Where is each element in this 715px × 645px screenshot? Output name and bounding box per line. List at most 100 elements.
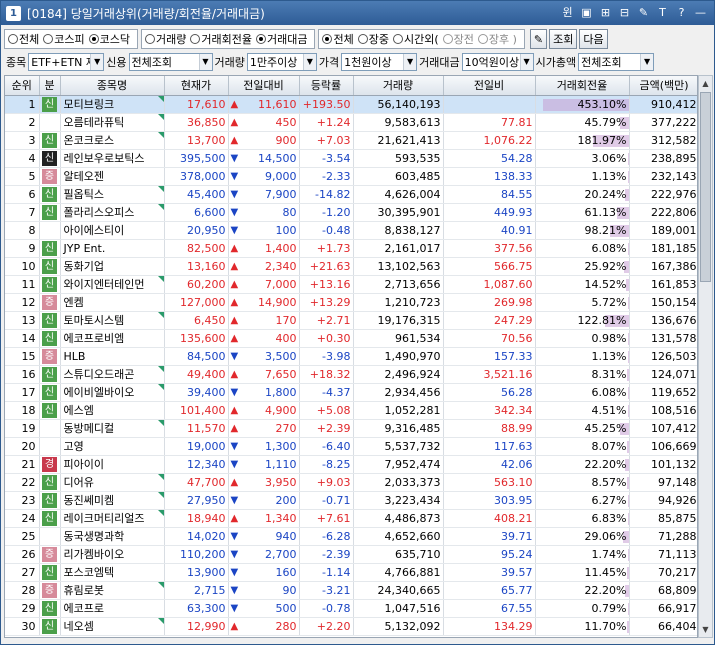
market-radio-2[interactable]: 코스닥: [88, 31, 130, 47]
table-row[interactable]: 11 신 와이지엔터테인먼 60,200 ▲ 7,000 +13.16 2,713,656 1,…: [5, 275, 697, 294]
stock-name-cell[interactable]: 엔켐: [60, 293, 165, 312]
table-row[interactable]: 12 증 엔켐 127,000 ▲ 14,900 +13.29 1,210,723 269.98…: [5, 293, 697, 312]
font-icon[interactable]: T: [655, 5, 670, 20]
pin-button[interactable]: ✎: [529, 29, 548, 49]
stock-name-cell[interactable]: 오름테라퓨틱: [60, 113, 165, 132]
table-row[interactable]: 4 신 레인보우로보틱스 395,500 ▼ 14,500 -3.54 593,535 54.2…: [5, 149, 697, 168]
stock-name-cell[interactable]: 피아이이: [60, 455, 165, 474]
column-header-8[interactable]: 거래회전율: [535, 76, 630, 96]
table-row[interactable]: 16 신 스튜디오드래곤 49,400 ▲ 7,650 +18.32 2,496,924 3,5…: [5, 365, 697, 384]
table-row[interactable]: 5 증 알테오젠 378,000 ▼ 9,000 -2.33 603,485 138.33 1.1…: [5, 167, 697, 186]
table-row[interactable]: 19 동방메디컬 11,570 ▲ 270 +2.39 9,316,485 88.99 45.2…: [5, 419, 697, 438]
table-row[interactable]: 1 신 모티브링크 17,610 ▲ 11,610 +193.50 56,140,193 453…: [5, 95, 697, 114]
stock-name-cell[interactable]: 에이비엘바이오: [60, 383, 165, 402]
stock-name-cell[interactable]: 와이지엔터테인먼: [60, 275, 165, 294]
table-row[interactable]: 10 신 동화기업 13,160 ▲ 2,340 +21.63 13,102,563 566.7…: [5, 257, 697, 276]
search-button[interactable]: 조회: [549, 29, 578, 49]
column-header-5[interactable]: 등락률: [299, 76, 354, 96]
stock-name-cell[interactable]: 네오셈: [60, 617, 165, 636]
next-button[interactable]: 다음: [579, 29, 608, 49]
stock-name-cell[interactable]: 에코프로: [60, 599, 165, 618]
stock-name-cell[interactable]: 동화기업: [60, 257, 165, 276]
stock-name-cell[interactable]: 토마토시스템: [60, 311, 165, 330]
table-row[interactable]: 28 증 휴림로봇 2,715 ▼ 90 -3.21 24,340,665 65.77 22.20…: [5, 581, 697, 600]
table-row[interactable]: 18 신 에스엠 101,400 ▲ 4,900 +5.08 1,052,281 342.34 4…: [5, 401, 697, 420]
market-radio-1[interactable]: 코스피: [43, 31, 85, 47]
stock-name-cell[interactable]: 에스엠: [60, 401, 165, 420]
edit-icon[interactable]: ✎: [636, 5, 651, 20]
item-select[interactable]: ETF+ETN 제 ▼: [28, 53, 105, 71]
table-row[interactable]: 15 증 HLB 84,500 ▼ 3,500 -3.98 1,490,970 157.33 1.…: [5, 347, 697, 366]
stock-name-cell[interactable]: 온코크로스: [60, 131, 165, 150]
scroll-up-icon[interactable]: ▲: [699, 76, 712, 91]
table-row[interactable]: 9 신 JYP Ent. 82,500 ▲ 1,400 +1.73 2,161,017 377.…: [5, 239, 697, 258]
table-row[interactable]: 21 경 피아이이 12,340 ▼ 1,110 -8.25 7,952,474 42.06 22…: [5, 455, 697, 474]
table-row[interactable]: 3 신 온코크로스 13,700 ▲ 900 +7.03 21,621,413 1,076.22…: [5, 131, 697, 150]
column-header-6[interactable]: 거래량: [353, 76, 444, 96]
stock-name-cell[interactable]: 모티브링크: [60, 95, 165, 114]
column-header-7[interactable]: 전일비: [443, 76, 536, 96]
stock-name-cell[interactable]: 알테오젠: [60, 167, 165, 186]
table-row[interactable]: 23 신 동진쎄미켐 27,950 ▼ 200 -0.71 3,223,434 303.95 6.…: [5, 491, 697, 510]
volume-select[interactable]: 1만주이상 ▼: [246, 53, 317, 71]
column-header-3[interactable]: 현재가: [164, 76, 229, 96]
stock-name-cell[interactable]: 스튜디오드래곤: [60, 365, 165, 384]
table-row[interactable]: 2 오름테라퓨틱 36,850 ▲ 450 +1.24 9,583,613 77.81 45.7…: [5, 113, 697, 132]
layout-icon[interactable]: ⊞: [598, 5, 613, 20]
help-icon[interactable]: ?: [674, 5, 689, 20]
sort-radio-2[interactable]: 거래대금: [255, 31, 307, 47]
column-header-1[interactable]: 분: [39, 76, 61, 96]
table-row[interactable]: 14 신 에코프로비엠 135,600 ▲ 400 +0.30 961,534 70.56 0.9…: [5, 329, 697, 348]
stock-name-cell[interactable]: 휴림로봇: [60, 581, 165, 600]
stock-name-cell[interactable]: 동진쎄미켐: [60, 491, 165, 510]
table-row[interactable]: 13 신 토마토시스템 6,450 ▲ 170 +2.71 19,176,315 247.29 1…: [5, 311, 697, 330]
stock-name-cell[interactable]: 동방메디컬: [60, 419, 165, 438]
stock-name-cell[interactable]: 아이에스티이: [60, 221, 165, 240]
vertical-scrollbar[interactable]: ▲ ▼: [698, 75, 713, 638]
table-row[interactable]: 26 증 리가켐바이오 110,200 ▼ 2,700 -2.39 635,710 95.24 1…: [5, 545, 697, 564]
session-radio-0[interactable]: 전체: [322, 31, 354, 47]
table-row[interactable]: 27 신 포스코엠텍 13,900 ▼ 160 -1.14 4,766,881 39.57 11.…: [5, 563, 697, 582]
stock-name-cell[interactable]: 레이크머티리얼즈: [60, 509, 165, 528]
stock-name-cell[interactable]: JYP Ent.: [60, 239, 165, 258]
stock-name-cell[interactable]: 필옵틱스: [60, 185, 165, 204]
stock-name-cell[interactable]: HLB: [60, 347, 165, 366]
session-radio-4[interactable]: 장후 ): [477, 31, 517, 47]
table-row[interactable]: 22 신 디어유 47,700 ▲ 3,950 +9.03 2,033,373 563.10 8.…: [5, 473, 697, 492]
table-row[interactable]: 6 신 필옵틱스 45,400 ▼ 7,900 -14.82 4,626,004 84.55 20…: [5, 185, 697, 204]
scroll-thumb[interactable]: [700, 92, 711, 282]
column-header-2[interactable]: 종목명: [60, 76, 165, 96]
table-row[interactable]: 7 신 폴라리스오피스 6,600 ▼ 80 -1.20 30,395,901 449.93 61…: [5, 203, 697, 222]
minimize-icon[interactable]: —: [693, 5, 708, 20]
stock-name-cell[interactable]: 고영: [60, 437, 165, 456]
sort-radio-0[interactable]: 거래량: [145, 31, 186, 47]
stock-name-cell[interactable]: 폴라리스오피스: [60, 203, 165, 222]
column-header-0[interactable]: 순위: [5, 76, 40, 96]
table-row[interactable]: 29 신 에코프로 63,300 ▼ 500 -0.78 1,047,516 67.55 0.79…: [5, 599, 697, 618]
amount-select[interactable]: 10억원이상 ▼: [461, 53, 534, 71]
table-row[interactable]: 17 신 에이비엘바이오 39,400 ▼ 1,800 -4.37 2,934,456 56.2…: [5, 383, 697, 402]
stock-name-cell[interactable]: 리가켐바이오: [60, 545, 165, 564]
table-row[interactable]: 30 신 네오셈 12,990 ▲ 280 +2.20 5,132,092 134.29 11.7…: [5, 617, 697, 636]
market-cap-select[interactable]: 전체조회 ▼: [578, 53, 655, 71]
screen-icon[interactable]: ▣: [579, 5, 594, 20]
stock-name-cell[interactable]: 에코프로비엠: [60, 329, 165, 348]
sort-radio-1[interactable]: 거래회전율: [190, 31, 252, 47]
price-select[interactable]: 1천원이상 ▼: [341, 53, 418, 71]
table-row[interactable]: 20 고영 19,000 ▼ 1,300 -6.40 5,537,732 117.63 8.07…: [5, 437, 697, 456]
stock-name-cell[interactable]: 포스코엠텍: [60, 563, 165, 582]
column-header-4[interactable]: 전일대비: [228, 76, 300, 96]
session-radio-3[interactable]: 장전: [442, 31, 474, 47]
table-row[interactable]: 25 동국생명과학 14,020 ▼ 940 -6.28 4,652,660 39.71 29.…: [5, 527, 697, 546]
session-radio-2[interactable]: 시간외(: [392, 31, 439, 47]
credit-select[interactable]: 전체조회 ▼: [128, 53, 213, 71]
table-row[interactable]: 24 신 레이크머티리얼즈 18,940 ▲ 1,340 +7.61 4,486,873 408…: [5, 509, 697, 528]
stock-name-cell[interactable]: 동국생명과학: [60, 527, 165, 546]
stock-name-cell[interactable]: 디어유: [60, 473, 165, 492]
market-radio-0[interactable]: 전체: [8, 31, 39, 47]
scroll-down-icon[interactable]: ▼: [699, 622, 712, 637]
link-icon[interactable]: 윈: [560, 5, 575, 20]
table-row[interactable]: 8 아이에스티이 20,950 ▼ 100 -0.48 8,838,127 40.91 98.2…: [5, 221, 697, 240]
split-icon[interactable]: ⊟: [617, 5, 632, 20]
session-radio-1[interactable]: 장중: [357, 31, 389, 47]
